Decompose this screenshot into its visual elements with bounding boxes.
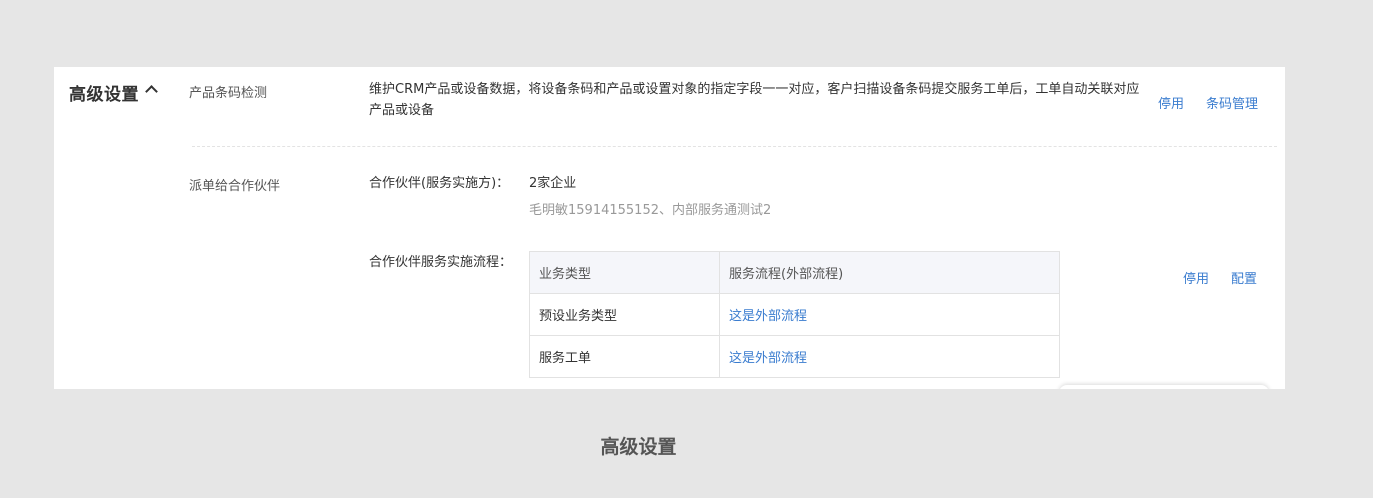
page-caption: 高级设置: [600, 436, 677, 458]
barcode-disable-button[interactable]: 停用: [1158, 93, 1184, 112]
table-header-row: 业务类型 服务流程(外部流程): [529, 251, 1060, 294]
partner-names: 毛明敏15914155152、内部服务通测试2: [529, 203, 772, 218]
barcode-label: 产品条码检测: [189, 86, 268, 101]
barcode-description: 维护CRM产品或设备数据，将设备条码和产品或设置对象的指定字段一一对应，客户扫描…: [369, 82, 1140, 118]
divider: [192, 146, 1277, 147]
dispatch-disable-button[interactable]: 停用: [1183, 268, 1209, 287]
popover-edge: [1059, 385, 1269, 389]
column-header-service-flow: 服务流程(外部流程): [719, 251, 1060, 294]
dispatch-config-button[interactable]: 配置: [1231, 268, 1257, 287]
advanced-settings-card: 高级设置 产品条码检测 维护CRM产品或设备数据，将设备条码和产品或设置对象的指…: [54, 67, 1285, 389]
business-type-cell: 预设业务类型: [529, 293, 720, 336]
partner-label: 合作伙伴(服务实施方)：: [369, 176, 510, 191]
service-flow-link[interactable]: 这是外部流程: [719, 335, 1060, 378]
table-row: 服务工单 这是外部流程: [529, 335, 1060, 378]
dispatch-label: 派单给合作伙伴: [189, 179, 281, 194]
business-type-cell: 服务工单: [529, 335, 720, 378]
barcode-manage-button[interactable]: 条码管理: [1206, 93, 1258, 112]
column-header-business-type: 业务类型: [529, 251, 720, 294]
chevron-up-icon[interactable]: [145, 85, 158, 98]
service-flow-link[interactable]: 这是外部流程: [719, 293, 1060, 336]
flow-table: 业务类型 服务流程(外部流程) 预设业务类型 这是外部流程 服务工单 这是外部流…: [529, 251, 1060, 378]
flow-label: 合作伙伴服务实施流程：: [369, 255, 513, 270]
partner-count: 2家企业: [529, 176, 577, 191]
section-title: 高级设置: [69, 85, 139, 105]
table-row: 预设业务类型 这是外部流程: [529, 293, 1060, 336]
